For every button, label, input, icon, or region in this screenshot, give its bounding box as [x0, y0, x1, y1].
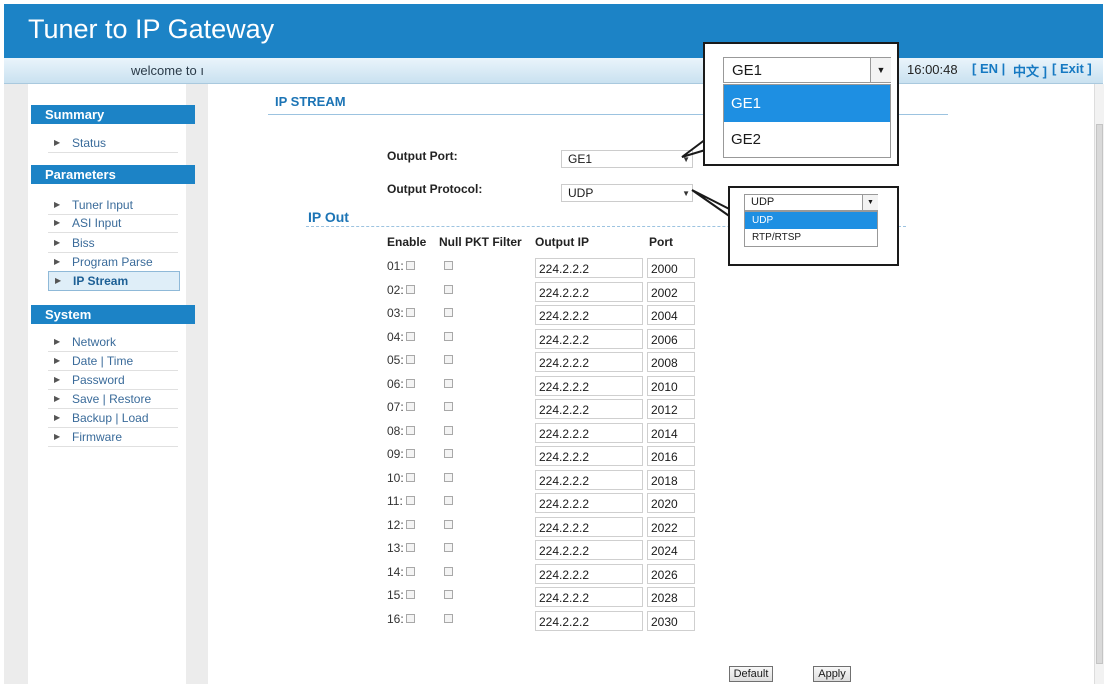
- chevron-down-icon[interactable]: ▼: [862, 195, 878, 210]
- port-dropdown-list: GE1 GE2: [723, 84, 891, 158]
- port-option-ge1[interactable]: GE1: [724, 85, 890, 122]
- protocol-dropdown-select[interactable]: UDP ▼: [744, 194, 878, 211]
- callout-pointers: [681, 126, 746, 228]
- protocol-option-udp[interactable]: UDP: [745, 212, 877, 229]
- port-dropdown-value: GE1: [732, 62, 763, 79]
- chevron-down-icon[interactable]: ▼: [870, 58, 891, 82]
- protocol-dropdown-callout: UDP ▼ UDP RTP/RTSP: [728, 186, 899, 266]
- port-option-ge2[interactable]: GE2: [724, 122, 890, 157]
- protocol-option-rtp-rtsp[interactable]: RTP/RTSP: [745, 229, 877, 246]
- port-dropdown-callout: GE1 ▼ GE1 GE2: [703, 42, 899, 166]
- protocol-dropdown-value: UDP: [751, 196, 775, 208]
- protocol-dropdown-list: UDP RTP/RTSP: [744, 211, 878, 247]
- port-dropdown-select[interactable]: GE1 ▼: [723, 57, 891, 83]
